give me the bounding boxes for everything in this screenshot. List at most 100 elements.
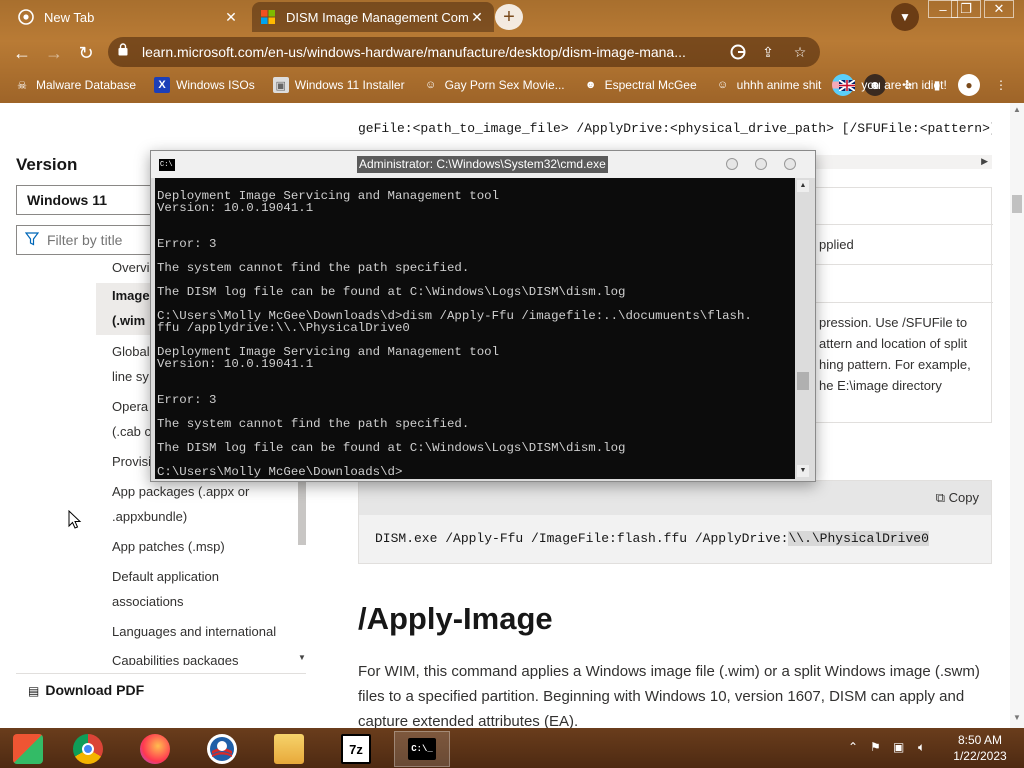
- section-heading: /Apply-Image: [358, 601, 553, 636]
- bookmarks-bar: ☠ Malware Database X Windows ISOs ▣ Wind…: [0, 72, 1024, 98]
- start-icon: [13, 734, 43, 764]
- bookmark-you-are-an-idiot[interactable]: you are an idiot!: [839, 77, 947, 93]
- cmd-close-button[interactable]: [784, 158, 796, 170]
- start-button[interactable]: [0, 731, 56, 767]
- bookmark-label: Gay Porn Sex Movie...: [444, 78, 565, 92]
- table-cell-text: pression. Use /SFUFile to: [819, 315, 968, 330]
- network-icon[interactable]: ▣: [893, 740, 904, 754]
- bookmark-windows-isos[interactable]: X Windows ISOs: [154, 77, 255, 93]
- copy-button[interactable]: ⧉ Copy: [936, 490, 979, 506]
- taskbar-file-explorer[interactable]: [261, 731, 317, 767]
- skull-icon: ☠: [17, 79, 27, 92]
- firefox-icon: [140, 734, 170, 764]
- tray-chevron-up-icon[interactable]: ⌃: [848, 740, 858, 754]
- table-cell-text: attern and location of split: [819, 336, 968, 351]
- lock-icon[interactable]: [118, 43, 128, 59]
- cmd-icon: C:\_: [408, 738, 436, 760]
- image-icon: ▣: [272, 77, 289, 93]
- cmd-scroll-thumb[interactable]: [797, 372, 809, 390]
- page-scroll-thumb[interactable]: [1012, 195, 1022, 213]
- cmd-console[interactable]: Deployment Image Servicing and Managemen…: [155, 178, 811, 479]
- tab-strip: New Tab ✕ DISM Image Management Comm ✕ +…: [0, 0, 1024, 34]
- cmd-title: Administrator: C:\Windows\System32\cmd.e…: [357, 156, 608, 173]
- copy-icon: ⧉: [935, 490, 949, 505]
- download-pdf-label: Download PDF: [45, 682, 145, 698]
- bookmark-label: Malware Database: [36, 78, 137, 92]
- taskbar-chrome[interactable]: [60, 731, 116, 767]
- table-cell-text: he E:\image directory: [819, 378, 942, 393]
- toc-item[interactable]: Default application: [112, 564, 292, 589]
- share-icon[interactable]: ⇪: [758, 42, 778, 62]
- bookmark-uhhh-anime[interactable]: ☺ uhhh anime shit: [715, 77, 821, 93]
- taskbar-clock[interactable]: 8:50 AM 1/22/2023: [948, 732, 1012, 764]
- uk-flag-icon: [839, 77, 856, 93]
- reload-icon[interactable]: ↻: [74, 41, 98, 65]
- bookmark-espectral-mcgee[interactable]: ☻ Espectral McGee: [583, 77, 697, 93]
- example-code-line[interactable]: DISM.exe /Apply-Ffu /ImageFile:flash.ffu…: [375, 531, 929, 546]
- tab-close-icon[interactable]: ✕: [468, 9, 486, 26]
- bookmark-star-icon[interactable]: ☆: [790, 42, 810, 62]
- clock-date: 1/22/2023: [953, 749, 1007, 763]
- scroll-down-arrow-icon[interactable]: ▼: [298, 653, 306, 662]
- console-line: Error: 3: [157, 393, 217, 407]
- download-pdf-link[interactable]: ▤ Download PDF: [16, 673, 306, 703]
- tab-search-chevron-icon[interactable]: ▼: [891, 3, 919, 31]
- tab-new-tab[interactable]: New Tab ✕: [10, 2, 248, 32]
- chrome-favicon-icon: [18, 9, 34, 25]
- forward-arrow-icon[interactable]: →: [42, 41, 66, 65]
- window-maximize-button[interactable]: ❐: [951, 0, 981, 18]
- volume-icon[interactable]: 🔈︎: [918, 740, 925, 755]
- bookmark-face-icon: ☺: [424, 79, 437, 91]
- toc-item[interactable]: Capabilities packages: [112, 648, 292, 665]
- toc-item[interactable]: App patches (.msp): [112, 534, 292, 559]
- scroll-up-arrow-icon[interactable]: ▲: [797, 180, 809, 192]
- code-text: DISM.exe /Apply-Ffu /ImageFile:flash.ffu…: [375, 531, 789, 546]
- url-text[interactable]: learn.microsoft.com/en-us/windows-hardwa…: [142, 44, 722, 60]
- cmd-maximize-button[interactable]: [755, 158, 767, 170]
- cmd-minimize-button[interactable]: [726, 158, 738, 170]
- google-lens-icon[interactable]: [728, 42, 748, 62]
- taskbar-obama-logo[interactable]: [194, 731, 250, 767]
- cmd-window[interactable]: C:\ Administrator: C:\Windows\System32\c…: [150, 150, 816, 482]
- window-close-button[interactable]: ✕: [984, 0, 1014, 18]
- toc-item[interactable]: associations: [112, 589, 292, 614]
- syntax-code-line: geFile:<path_to_image_file> /ApplyDrive:…: [358, 121, 992, 136]
- obama-logo-icon: [207, 734, 237, 764]
- chrome-icon: [73, 734, 103, 764]
- bookmark-windows-11-installer[interactable]: ▣ Windows 11 Installer: [272, 77, 405, 93]
- browser-toolbar: ← → ↻ learn.microsoft.com/en-us/windows-…: [0, 34, 1024, 96]
- toc-item[interactable]: .appxbundle): [112, 504, 292, 529]
- scroll-right-arrow-icon[interactable]: ▶: [981, 156, 988, 167]
- file-explorer-icon: [274, 734, 304, 764]
- tab-title: New Tab: [44, 9, 95, 25]
- cmd-scrollbar[interactable]: ▲ ▼: [795, 178, 811, 479]
- new-tab-button[interactable]: +: [495, 4, 523, 30]
- cmd-titlebar[interactable]: C:\ Administrator: C:\Windows\System32\c…: [151, 151, 815, 178]
- tab-dism-docs[interactable]: DISM Image Management Comm ✕: [252, 2, 494, 32]
- table-cell-text: hing pattern. For example,: [819, 357, 971, 372]
- taskbar-7zip[interactable]: 7z: [328, 731, 384, 767]
- console-line: The DISM log file can be found at C:\Win…: [157, 285, 626, 299]
- taskbar-firefox[interactable]: [127, 731, 183, 767]
- toc-item[interactable]: Languages and international: [112, 619, 292, 644]
- copy-label: Copy: [948, 490, 979, 505]
- taskbar-cmd[interactable]: C:\_: [394, 731, 450, 767]
- console-line: The system cannot find the path specifie…: [157, 261, 470, 275]
- console-line: C:\Users\Molly McGee\Downloads\d>: [157, 465, 403, 479]
- toc-item[interactable]: App packages (.appx or: [112, 479, 292, 504]
- scroll-up-arrow-icon[interactable]: ▲: [1013, 105, 1021, 114]
- action-center-flag-icon[interactable]: ⚑: [870, 740, 881, 754]
- bookmark-anime-icon: ☺: [717, 79, 729, 91]
- table-cell-text: pplied: [819, 237, 854, 252]
- page-scrollbar[interactable]: ▲ ▼: [1010, 103, 1024, 728]
- cmd-window-icon[interactable]: C:\: [159, 159, 175, 171]
- address-bar[interactable]: learn.microsoft.com/en-us/windows-hardwa…: [108, 37, 820, 67]
- back-arrow-icon[interactable]: ←: [10, 41, 34, 65]
- bookmark-malware-database[interactable]: ☠ Malware Database: [14, 77, 136, 93]
- scroll-down-arrow-icon[interactable]: ▼: [1013, 713, 1021, 722]
- scroll-down-arrow-icon[interactable]: ▼: [797, 465, 809, 477]
- tab-close-icon[interactable]: ✕: [222, 9, 240, 26]
- bookmark-gay-porn-sex-movie[interactable]: ☺ Gay Porn Sex Movie...: [423, 77, 565, 93]
